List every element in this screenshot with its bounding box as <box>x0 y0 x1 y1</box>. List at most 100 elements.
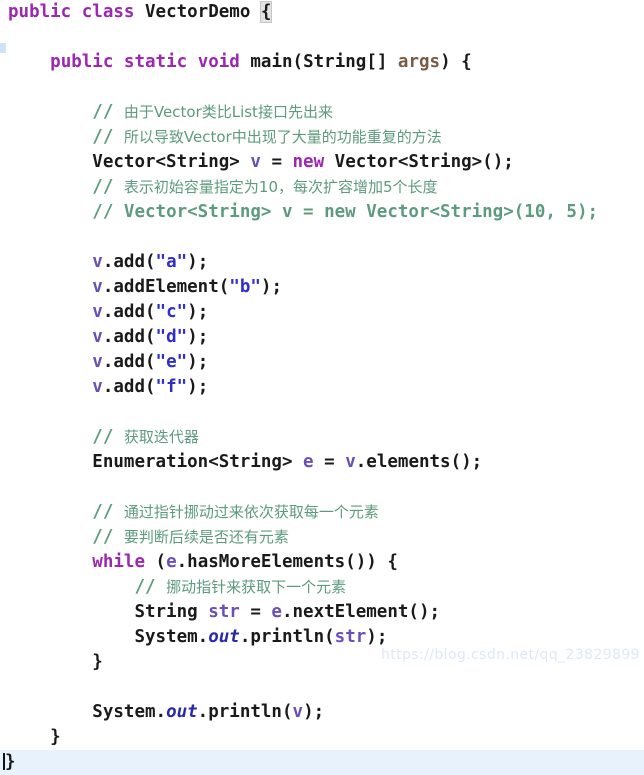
code-line[interactable]: v.add("d"); <box>0 325 644 350</box>
code-line[interactable]: v.addElement("b"); <box>0 275 644 300</box>
code-line[interactable]: // 所以导致Vector中出现了大量的功能重复的方法 <box>0 125 644 150</box>
generic-string: <String> <box>208 452 293 472</box>
operator: = <box>260 152 293 172</box>
code-content[interactable]: public class VectorDemo { public static … <box>0 0 644 775</box>
keyword-while: while <box>92 552 145 572</box>
code-line[interactable]: Enumeration<String> e = v.elements(); <box>0 450 644 475</box>
code-line[interactable]: while (e.hasMoreElements()) { <box>0 550 644 575</box>
punctuation: . <box>197 627 209 647</box>
punctuation: . <box>102 252 114 272</box>
punctuation: ); <box>187 252 209 272</box>
method-add: add <box>113 302 145 322</box>
brace-close: } <box>50 727 61 747</box>
code-line[interactable]: public class VectorDemo { <box>0 0 644 25</box>
var-v: v <box>92 302 103 322</box>
code-line[interactable]: System.out.println(str); <box>0 625 644 650</box>
punctuation: ); <box>303 702 325 722</box>
code-line[interactable]: // 获取迭代器 <box>0 425 644 450</box>
code-line-blank[interactable] <box>0 25 644 50</box>
code-line[interactable]: public static void main(String[] args) { <box>0 50 644 75</box>
code-line[interactable]: System.out.println(v); <box>0 700 644 725</box>
code-line-blank[interactable] <box>0 225 644 250</box>
code-line[interactable]: // 表示初始容量指定为10，每次扩容增加5个长度 <box>0 175 644 200</box>
code-line[interactable]: v.add("c"); <box>0 300 644 325</box>
var-str: str <box>334 627 367 647</box>
type-system: System <box>134 627 198 647</box>
var-v: v <box>92 277 103 297</box>
code-line-blank[interactable] <box>0 400 644 425</box>
punctuation: ( <box>144 552 167 572</box>
code-line[interactable]: String str = e.nextElement(); <box>0 600 644 625</box>
string-literal: "a" <box>155 252 188 272</box>
code-line[interactable]: // Vector<String> v = new Vector<String>… <box>0 200 644 225</box>
code-line-blank[interactable] <box>0 75 644 100</box>
code-editor[interactable]: public class VectorDemo { public static … <box>0 0 644 775</box>
code-line[interactable]: // 要判断后续是否还有元素 <box>0 525 644 550</box>
field-out: out <box>166 702 198 722</box>
type-vectordemo: VectorDemo <box>145 2 251 22</box>
comment-text: 由于Vector类比List接口先出来 <box>123 103 333 121</box>
brace-open-matched: { <box>259 1 273 23</box>
var-e: e <box>303 452 314 472</box>
method-add: add <box>113 327 145 347</box>
code-line[interactable]: // 由于Vector类比List接口先出来 <box>0 100 644 125</box>
method-println: println <box>250 627 325 647</box>
code-line-blank[interactable] <box>0 675 644 700</box>
code-line[interactable]: v.add("a"); <box>0 250 644 275</box>
punctuation: ); <box>187 327 209 347</box>
comment-marker: // <box>92 527 114 547</box>
method-println: println <box>208 702 282 722</box>
var-v: v <box>345 452 356 472</box>
punctuation: ( <box>145 252 156 272</box>
code-line[interactable]: } <box>0 650 644 675</box>
code-line-blank[interactable] <box>0 475 644 500</box>
brace-close: } <box>92 652 103 672</box>
type-enumeration: Enumeration <box>92 452 209 472</box>
punctuation: ); <box>187 302 209 322</box>
keyword-public: public <box>8 2 72 22</box>
keyword-new: new <box>292 152 325 172</box>
code-line[interactable]: // 挪动指针来获取下一个元素 <box>0 575 644 600</box>
comment-text: 所以导致Vector中出现了大量的功能重复的方法 <box>123 128 442 146</box>
brace-open: { <box>387 552 398 572</box>
punctuation: . <box>102 302 114 322</box>
punctuation: . <box>197 702 209 722</box>
punctuation: ( <box>145 302 156 322</box>
code-line[interactable]: v.add("f"); <box>0 375 644 400</box>
operator: = <box>239 602 272 622</box>
code-line[interactable]: // 通过指针挪动过来依次获取每一个元素 <box>0 500 644 525</box>
code-line-active[interactable]: } <box>0 750 644 775</box>
punctuation: ( <box>145 352 156 372</box>
code-line[interactable]: v.add("e"); <box>0 350 644 375</box>
keyword-public: public <box>50 52 114 72</box>
keyword-class: class <box>81 2 135 22</box>
var-v: v <box>250 152 261 172</box>
code-line[interactable]: } <box>0 725 644 750</box>
punctuation: ); <box>187 352 209 372</box>
punctuation: (); <box>482 152 514 172</box>
method-add: add <box>113 377 145 397</box>
punctuation: ( <box>324 627 335 647</box>
var-v: v <box>92 252 103 272</box>
punctuation: . <box>281 602 293 622</box>
code-line[interactable]: Vector<String> v = new Vector<String>(); <box>0 150 644 175</box>
punctuation: . <box>102 352 114 372</box>
keyword-static: static <box>123 52 188 72</box>
punctuation: . <box>102 377 114 397</box>
punctuation: ) <box>440 52 462 72</box>
